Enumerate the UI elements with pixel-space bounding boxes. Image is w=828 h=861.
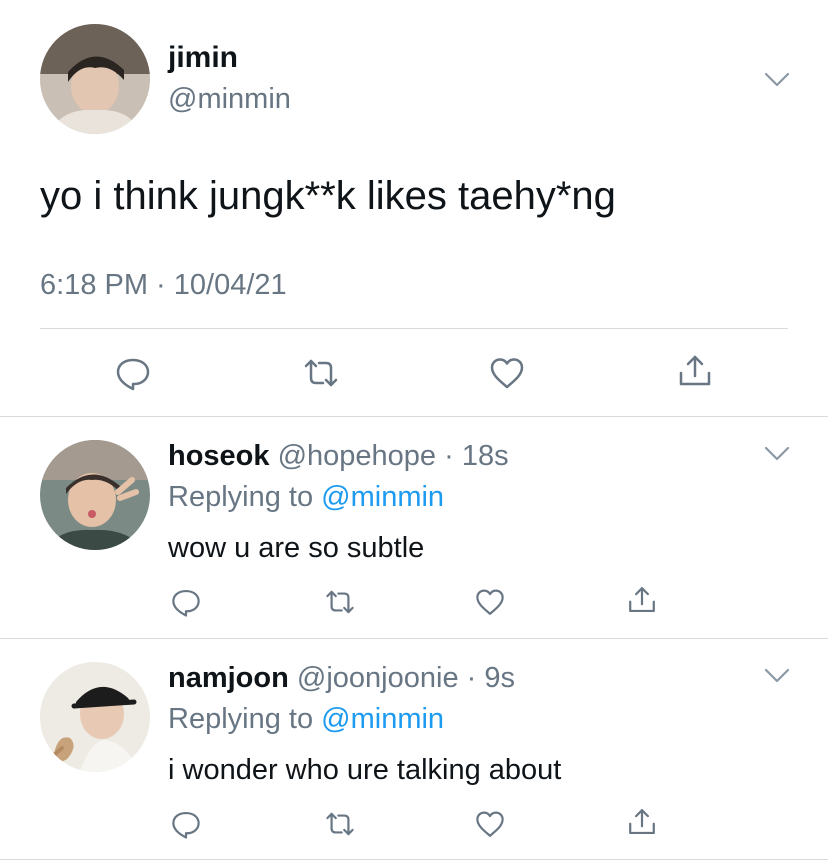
author-handle[interactable]: @minmin — [168, 82, 291, 116]
divider — [0, 859, 828, 860]
tweet-text: yo i think jungk**k likes taehy*ng — [40, 174, 616, 218]
tweet-timestamp[interactable]: 6:18 PM · 10/04/21 — [40, 268, 287, 302]
like-icon[interactable] — [474, 808, 506, 840]
dot-separator: · — [458, 662, 485, 694]
reply-header: hoseok @hopehope · 18s — [168, 438, 509, 474]
author-name[interactable]: namjoon — [168, 662, 289, 694]
replying-to-label: Replying to — [168, 703, 322, 735]
avatar-namjoon-icon — [40, 662, 150, 772]
like-icon[interactable] — [488, 354, 526, 392]
author-handle[interactable]: @joonjoonie — [297, 662, 459, 694]
retweet-icon[interactable] — [324, 808, 356, 840]
reply-icon[interactable] — [170, 586, 202, 618]
avatar-hoseok[interactable] — [40, 440, 150, 550]
retweet-icon[interactable] — [302, 354, 340, 392]
chevron-down-icon[interactable] — [763, 666, 791, 686]
divider — [40, 328, 788, 329]
reply-text: i wonder who ure talking about — [168, 754, 562, 786]
reply-time[interactable]: 18s — [462, 440, 509, 472]
avatar-hoseok-icon — [40, 440, 150, 550]
chevron-down-icon[interactable] — [763, 70, 791, 90]
author-name[interactable]: jimin — [168, 40, 238, 76]
reply-time[interactable]: 9s — [484, 662, 515, 694]
author-name[interactable]: hoseok — [168, 440, 270, 472]
divider — [0, 638, 828, 639]
reply-icon[interactable] — [114, 354, 152, 392]
divider — [0, 416, 828, 417]
share-icon[interactable] — [626, 806, 658, 838]
reply-header: namjoon @joonjoonie · 9s — [168, 660, 515, 696]
retweet-icon[interactable] — [324, 586, 356, 618]
replying-to: Replying to @minmin — [168, 701, 444, 737]
share-icon[interactable] — [676, 352, 714, 390]
replying-to: Replying to @minmin — [168, 479, 444, 515]
replying-to-label: Replying to — [168, 481, 322, 513]
avatar-namjoon[interactable] — [40, 662, 150, 772]
avatar-jimin-icon — [40, 24, 150, 134]
replying-to-handle[interactable]: @minmin — [321, 703, 444, 735]
dot-separator: · — [436, 440, 462, 472]
reply-text: wow u are so subtle — [168, 532, 425, 564]
author-handle[interactable]: @hopehope — [278, 440, 436, 472]
avatar-jimin[interactable] — [40, 24, 150, 134]
share-icon[interactable] — [626, 584, 658, 616]
chevron-down-icon[interactable] — [763, 444, 791, 464]
replying-to-handle[interactable]: @minmin — [321, 481, 444, 513]
reply-icon[interactable] — [170, 808, 202, 840]
like-icon[interactable] — [474, 586, 506, 618]
